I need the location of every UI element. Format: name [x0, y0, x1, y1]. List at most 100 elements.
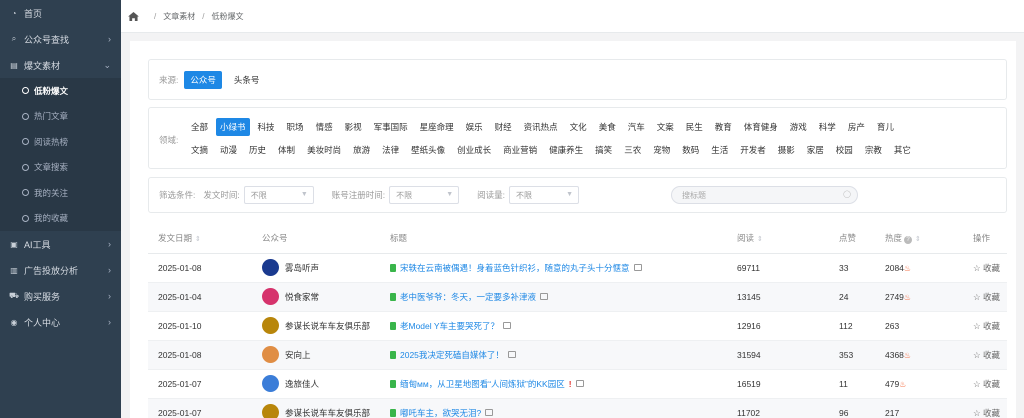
document-icon [390, 408, 396, 417]
field-tag[interactable]: 影视 [341, 118, 366, 136]
sidebar-subitem-5[interactable]: 我的收藏 [0, 206, 121, 232]
favorite-button[interactable]: ☆ 收藏 [973, 379, 1000, 389]
favorite-button[interactable]: ☆ 收藏 [973, 321, 1000, 331]
field-tag[interactable]: 职场 [283, 118, 308, 136]
field-tag[interactable]: 美食 [595, 118, 620, 136]
home-icon[interactable] [128, 11, 139, 21]
field-tag[interactable]: 三农 [620, 141, 645, 159]
field-tag[interactable]: 摄影 [774, 141, 799, 159]
field-tag[interactable]: 壁纸头像 [407, 141, 449, 159]
field-tag[interactable]: 教育 [711, 118, 736, 136]
field-tag[interactable]: 科技 [254, 118, 279, 136]
field-tag[interactable]: 财经 [491, 118, 516, 136]
field-tag[interactable]: 小绿书 [216, 118, 250, 136]
account-name: 参谋长说车车友俱乐部 [285, 407, 371, 418]
field-tag[interactable]: 资讯热点 [520, 118, 562, 136]
field-tag[interactable]: 情感 [312, 118, 337, 136]
breadcrumb-item-materials[interactable]: 文章素材 [163, 11, 195, 22]
reads-label: 阅读量: [477, 190, 505, 200]
search-icon[interactable]: ◯ [843, 190, 851, 198]
field-tag[interactable]: 宠物 [649, 141, 674, 159]
register-time-label: 账号注册时间: [331, 190, 386, 200]
field-tag[interactable]: 美妆时尚 [303, 141, 345, 159]
header-reads[interactable]: 阅读 ⇕ [727, 224, 829, 254]
field-tag[interactable]: 动漫 [216, 141, 241, 159]
article-title-link[interactable]: 宋轶在云南被偶遇！身着蓝色针织衫，随意的丸子头十分惬意 [390, 262, 727, 274]
reads-select[interactable]: 不限 ▼ [509, 186, 579, 204]
field-tag[interactable]: 创业成长 [453, 141, 495, 159]
field-tag[interactable]: 军事国际 [370, 118, 412, 136]
register-time-select[interactable]: 不限 ▼ [389, 186, 460, 204]
sidebar-subitem-2[interactable]: 阅读热榜 [0, 129, 121, 155]
table-row: 2025-01-07 参谋长说车车友俱乐部 嘟吒车主，欲哭无泪? 11702 96 217… [148, 398, 1007, 418]
sidebar-bottom-item-2[interactable]: ⛟ 购买服务 › [0, 283, 121, 309]
article-title-link[interactable]: 嘟吒车主，欲哭无泪? [390, 407, 727, 418]
field-tag[interactable]: 游戏 [786, 118, 811, 136]
field-tag[interactable]: 全部 [187, 118, 212, 136]
source-option-toutiao[interactable]: 头条号 [228, 71, 266, 89]
field-tag[interactable]: 家居 [803, 141, 828, 159]
sidebar-subitem-0[interactable]: 低粉爆文 [0, 78, 121, 104]
sidebar-subitem-4[interactable]: 我的关注 [0, 180, 121, 206]
field-tag[interactable]: 旅游 [349, 141, 374, 159]
article-title-link[interactable]: 2025我决定死磕自媒体了！ [390, 349, 727, 361]
field-tag[interactable]: 宗教 [861, 141, 886, 159]
field-tag[interactable]: 搞笑 [591, 141, 616, 159]
sidebar-bottom-item-0[interactable]: ▣ AI工具 › [0, 231, 121, 257]
field-tag[interactable]: 育儿 [873, 118, 898, 136]
favorite-button[interactable]: ☆ 收藏 [973, 408, 1000, 418]
heat-value: 479 [885, 378, 900, 389]
field-tag[interactable]: 体制 [274, 141, 299, 159]
field-tag[interactable]: 开发者 [736, 141, 770, 159]
sort-icon[interactable]: ⇕ [915, 236, 921, 243]
field-tag[interactable]: 星座命理 [416, 118, 458, 136]
field-tag[interactable]: 科学 [815, 118, 840, 136]
field-tag[interactable]: 其它 [890, 141, 915, 159]
sort-icon[interactable]: ⇕ [757, 236, 763, 243]
field-tag[interactable]: 体育健身 [740, 118, 782, 136]
favorite-button[interactable]: ☆ 收藏 [973, 292, 1000, 302]
field-tag[interactable]: 生活 [707, 141, 732, 159]
circle-icon [22, 214, 29, 222]
field-tag[interactable]: 文摘 [187, 141, 212, 159]
sidebar-subitem-1[interactable]: 热门文章 [0, 104, 121, 130]
title-search-input[interactable]: 搜标题 ◯ [671, 186, 858, 204]
source-option-wechat[interactable]: 公众号 [184, 70, 222, 89]
sidebar-bottom-item-1[interactable]: ▥ 广告投放分析 › [0, 257, 121, 283]
favorite-button[interactable]: ☆ 收藏 [973, 350, 1000, 360]
header-heat[interactable]: 热度? ⇕ [875, 224, 963, 254]
field-tag[interactable]: 文案 [653, 118, 678, 136]
field-tag[interactable]: 娱乐 [462, 118, 487, 136]
sidebar-bottom-item-3[interactable]: ◉ 个人中心 › [0, 309, 121, 335]
account-link[interactable]: 参谋长说车车友俱乐部 [262, 404, 380, 418]
sort-icon[interactable]: ⇕ [195, 236, 201, 243]
account-link[interactable]: 雾岛听声 [262, 259, 380, 276]
article-title-link[interactable]: 老Model Y车主要哭死了？ [390, 320, 727, 332]
field-tag[interactable]: 数码 [678, 141, 703, 159]
field-tag[interactable]: 汽车 [624, 118, 649, 136]
publish-time-select[interactable]: 不限 ▼ [243, 186, 314, 204]
account-link[interactable]: 参谋长说车车友俱乐部 [262, 317, 380, 334]
article-title-link[interactable]: 老中医爷爷：冬天，一定要多补津液 [390, 291, 727, 303]
field-tag[interactable]: 文化 [566, 118, 591, 136]
sidebar-item-1[interactable]: ⌕ 公众号查找 › [0, 26, 121, 52]
sidebar-item-2[interactable]: ▤ 爆文素材 ⌄ [0, 52, 121, 78]
help-icon[interactable]: ? [904, 236, 913, 245]
account-link[interactable]: 安向上 [262, 346, 380, 363]
field-tag[interactable]: 健康养生 [545, 141, 587, 159]
field-tag[interactable]: 校园 [832, 141, 857, 159]
account-link[interactable]: 悦食家常 [262, 288, 380, 305]
field-tag[interactable]: 历史 [245, 141, 270, 159]
account-link[interactable]: 逸旅佳人 [262, 375, 380, 392]
article-title-link[interactable]: 缅甸мм，从卫星地图看“人间炼狱”的KK园区! [390, 378, 727, 390]
sidebar-subitem-3[interactable]: 文章搜索 [0, 155, 121, 181]
field-tag[interactable]: 房产 [844, 118, 869, 136]
header-date[interactable]: 发文日期 ⇕ [148, 224, 252, 254]
warning-icon: ! [568, 378, 572, 389]
field-tag[interactable]: 法律 [378, 141, 403, 159]
sidebar-item-0[interactable]: ◔ 首页 [0, 0, 121, 26]
cell-account: 逸旅佳人 [252, 369, 380, 399]
field-tag[interactable]: 民生 [682, 118, 707, 136]
favorite-button[interactable]: ☆ 收藏 [973, 263, 1000, 273]
field-tag[interactable]: 商业营销 [499, 141, 541, 159]
